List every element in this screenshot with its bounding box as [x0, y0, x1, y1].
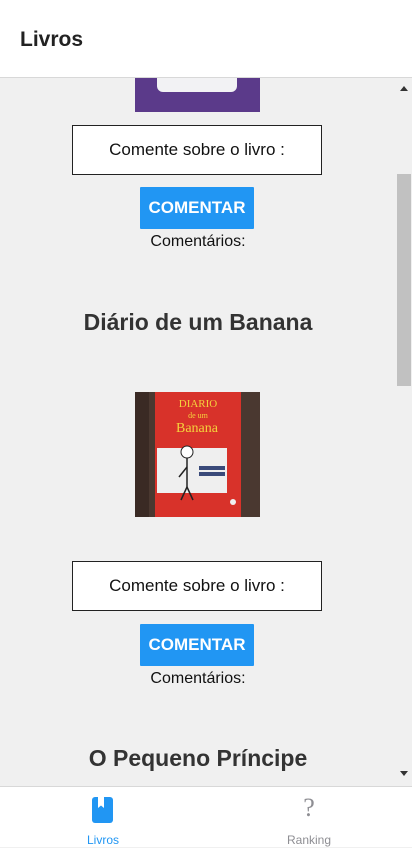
tab-label: Livros: [86, 833, 119, 847]
scrollbar-thumb[interactable]: [397, 174, 411, 386]
cover-title-line3: Banana: [176, 421, 219, 436]
comment-input-placeholder: Comente sobre o livro :: [109, 140, 285, 159]
comments-label: Comentários:: [150, 670, 246, 687]
question-icon: ?: [303, 793, 315, 822]
tab-ranking[interactable]: ? Ranking: [206, 787, 412, 848]
scroll-up-icon[interactable]: [400, 86, 408, 91]
comment-input-placeholder: Comente sobre o livro :: [109, 576, 285, 595]
book-title: Diário de um Banana: [83, 309, 313, 335]
book-list[interactable]: Comente sobre o livro : COMENTAR Comentá…: [0, 78, 396, 786]
tab-label: Ranking: [286, 833, 332, 847]
scrollbar[interactable]: [396, 78, 412, 786]
app-header: Livros: [0, 0, 412, 78]
cover-title-line2: de um: [188, 411, 209, 420]
comments-label: Comentários:: [150, 233, 246, 250]
book-icon: [91, 796, 115, 829]
book-cover-image: DIARIO de um Banana: [135, 392, 260, 517]
book-title: O Pequeno Príncipe: [88, 745, 308, 771]
tab-livros[interactable]: Livros: [0, 787, 206, 848]
comment-button[interactable]: COMENTAR: [140, 187, 254, 229]
page-title: Livros: [20, 28, 84, 51]
cover-title-line1: DIARIO: [179, 398, 218, 410]
book-cover-image: [135, 78, 260, 112]
bottom-tab-bar: Livros ? Ranking: [0, 786, 412, 847]
comment-input[interactable]: Comente sobre o livro :: [72, 561, 322, 611]
comment-button[interactable]: COMENTAR: [140, 624, 254, 666]
comment-input[interactable]: Comente sobre o livro :: [72, 125, 322, 175]
scroll-down-icon[interactable]: [400, 771, 408, 776]
